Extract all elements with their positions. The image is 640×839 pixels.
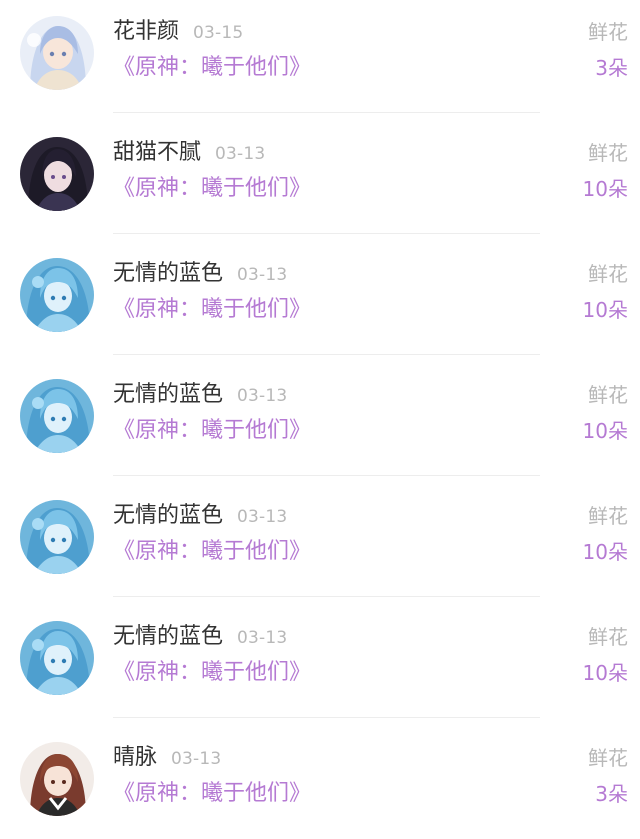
gift-type: 鲜花 bbox=[588, 504, 628, 528]
date: 03-13 bbox=[237, 386, 288, 406]
list-item[interactable]: 无情的蓝色 03-13 《原神：曦于他们》 鲜花 10朵 bbox=[0, 597, 640, 718]
username[interactable]: 花非颜 bbox=[113, 19, 179, 44]
avatar-dark-hair-girl-icon bbox=[20, 137, 94, 211]
date: 03-15 bbox=[193, 23, 244, 43]
gift-count: 3朵 bbox=[595, 56, 628, 80]
avatar[interactable] bbox=[20, 16, 94, 90]
list-item[interactable]: 花非颜 03-15 《原神：曦于他们》 鲜花 3朵 bbox=[0, 0, 640, 113]
avatar-blue-hair-girl-icon bbox=[20, 258, 94, 332]
gift-type: 鲜花 bbox=[588, 625, 628, 649]
gift-count: 10朵 bbox=[582, 177, 628, 201]
list-item[interactable]: 无情的蓝色 03-13 《原神：曦于他们》 鲜花 10朵 bbox=[0, 476, 640, 597]
gift-count: 10朵 bbox=[582, 540, 628, 564]
gift-type: 鲜花 bbox=[588, 383, 628, 407]
book-title-link[interactable]: 《原神：曦于他们》 bbox=[113, 417, 311, 445]
date: 03-13 bbox=[171, 749, 222, 769]
username[interactable]: 无情的蓝色 bbox=[113, 624, 223, 649]
username[interactable]: 无情的蓝色 bbox=[113, 503, 223, 528]
date: 03-13 bbox=[237, 265, 288, 285]
username[interactable]: 晴脉 bbox=[113, 745, 157, 770]
gift-type: 鲜花 bbox=[588, 746, 628, 770]
date: 03-13 bbox=[237, 628, 288, 648]
avatar-blue-hair-girl-icon bbox=[20, 379, 94, 453]
avatar[interactable] bbox=[20, 379, 94, 453]
date: 03-13 bbox=[237, 507, 288, 527]
avatar[interactable] bbox=[20, 258, 94, 332]
gift-count: 3朵 bbox=[595, 782, 628, 806]
list-item[interactable]: 无情的蓝色 03-13 《原神：曦于他们》 鲜花 10朵 bbox=[0, 355, 640, 476]
gift-count: 10朵 bbox=[582, 661, 628, 685]
book-title-link[interactable]: 《原神：曦于他们》 bbox=[113, 54, 311, 82]
date: 03-13 bbox=[215, 144, 266, 164]
gift-count: 10朵 bbox=[582, 298, 628, 322]
gift-type: 鲜花 bbox=[588, 262, 628, 286]
gift-type: 鲜花 bbox=[588, 20, 628, 44]
gift-count: 10朵 bbox=[582, 419, 628, 443]
book-title-link[interactable]: 《原神：曦于他们》 bbox=[113, 175, 311, 203]
avatar-blue-hair-girl-icon bbox=[20, 500, 94, 574]
gift-record-list: 花非颜 03-15 《原神：曦于他们》 鲜花 3朵 甜猫不腻 03-13 《原神：曦… bbox=[0, 0, 640, 820]
avatar[interactable] bbox=[20, 137, 94, 211]
book-title-link[interactable]: 《原神：曦于他们》 bbox=[113, 538, 311, 566]
username[interactable]: 甜猫不腻 bbox=[113, 140, 201, 165]
book-title-link[interactable]: 《原神：曦于他们》 bbox=[113, 780, 311, 808]
list-item[interactable]: 甜猫不腻 03-13 《原神：曦于他们》 鲜花 10朵 bbox=[0, 113, 640, 234]
avatar-blue-hair-girl-icon bbox=[20, 621, 94, 695]
gift-type: 鲜花 bbox=[588, 141, 628, 165]
list-item[interactable]: 无情的蓝色 03-13 《原神：曦于他们》 鲜花 10朵 bbox=[0, 234, 640, 355]
avatar[interactable] bbox=[20, 621, 94, 695]
book-title-link[interactable]: 《原神：曦于他们》 bbox=[113, 659, 311, 687]
list-item[interactable]: 晴脉 03-13 《原神：曦于他们》 鲜花 3朵 bbox=[0, 718, 640, 839]
avatar[interactable] bbox=[20, 500, 94, 574]
avatar[interactable] bbox=[20, 742, 94, 816]
avatar-silver-hair-girl-icon bbox=[20, 16, 94, 90]
username[interactable]: 无情的蓝色 bbox=[113, 382, 223, 407]
username[interactable]: 无情的蓝色 bbox=[113, 261, 223, 286]
book-title-link[interactable]: 《原神：曦于他们》 bbox=[113, 296, 311, 324]
avatar-brown-hair-boy-icon bbox=[20, 742, 94, 816]
